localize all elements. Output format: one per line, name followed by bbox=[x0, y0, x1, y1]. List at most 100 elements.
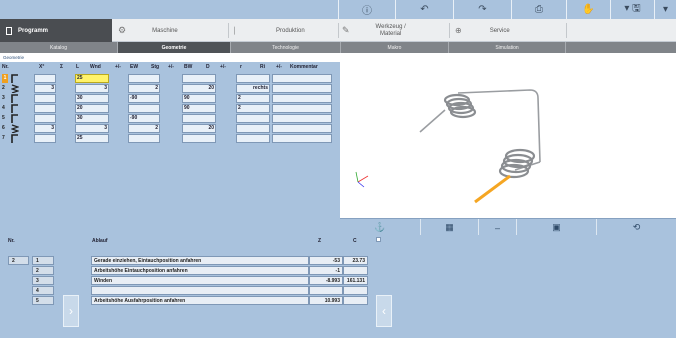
table-row[interactable]: 2 3 3 2 20 rechts bbox=[0, 83, 340, 94]
rotate-view-icon[interactable]: ⟲ bbox=[596, 219, 676, 236]
module-maschine[interactable]: ⚙ Maschine bbox=[118, 19, 223, 42]
input-field[interactable] bbox=[34, 114, 56, 123]
module-produktion[interactable]: ⎸ Produktion bbox=[234, 19, 334, 42]
next-step-button[interactable]: › bbox=[63, 295, 79, 327]
input-field[interactable] bbox=[236, 124, 270, 133]
table-header: Nr. X° Σ L Wnd +/- EW Stg +/- BW D +/- r… bbox=[0, 62, 340, 72]
input-field[interactable] bbox=[272, 124, 332, 133]
sequence-ablauf: Arbeitshöhe Eintauchposition anfahren bbox=[91, 266, 309, 275]
save-icon[interactable]: ▾ 🖫 bbox=[610, 0, 654, 19]
input-field[interactable] bbox=[128, 134, 160, 143]
row-number: 6 bbox=[2, 125, 5, 131]
input-field[interactable] bbox=[236, 114, 270, 123]
module-werkzeug[interactable]: ✎ Werkzeug / Material bbox=[342, 19, 447, 42]
checkbox[interactable] bbox=[376, 237, 381, 242]
input-field[interactable] bbox=[34, 104, 56, 113]
tab-geometrie[interactable]: Geometrie bbox=[118, 42, 231, 53]
spring-wire bbox=[419, 89, 541, 171]
col-header-stg: Stg bbox=[151, 64, 160, 70]
spring-upper-coil bbox=[443, 93, 477, 119]
tab-technologie[interactable]: Technologie bbox=[231, 42, 341, 53]
sequence-ablauf bbox=[91, 286, 309, 295]
module-service[interactable]: ⊕ Service bbox=[455, 19, 565, 42]
input-field[interactable] bbox=[34, 74, 56, 83]
input-field[interactable] bbox=[272, 84, 332, 93]
module-werkzeug-label: Werkzeug / Material bbox=[375, 23, 406, 37]
tab-katalog[interactable]: Katalog bbox=[0, 42, 118, 53]
input-field[interactable] bbox=[182, 74, 216, 83]
redo-icon[interactable]: ↷ bbox=[453, 0, 511, 19]
machine-view-icon[interactable]: ▦ bbox=[420, 219, 478, 236]
sequence-c: 23.73 bbox=[343, 256, 368, 265]
sequence-z: -1 bbox=[309, 266, 343, 275]
minus-icon[interactable]: – bbox=[478, 219, 516, 236]
prev-step-button[interactable]: ‹ bbox=[376, 295, 392, 327]
info-icon[interactable]: ⓘ bbox=[338, 0, 395, 19]
camera-icon[interactable]: ▣ bbox=[516, 219, 596, 236]
production-icon: ⎸ bbox=[234, 25, 242, 35]
input-field[interactable] bbox=[128, 104, 160, 113]
section-label: Geometrie bbox=[3, 55, 25, 60]
sequence-ablauf: Arbeitshöhe Ausfahrposition anfahren bbox=[91, 296, 309, 305]
col-header-sum: Σ bbox=[60, 64, 64, 70]
input-field[interactable] bbox=[272, 74, 332, 83]
input-field[interactable] bbox=[128, 74, 160, 83]
sequence-index: 3 bbox=[32, 276, 54, 285]
table-row[interactable]: 5 30 -90 bbox=[0, 113, 340, 123]
row-number: 2 bbox=[2, 85, 5, 91]
input-field[interactable] bbox=[272, 114, 332, 123]
col-header-kommentar: Kommentar bbox=[290, 64, 318, 70]
cell-r: 2 bbox=[238, 105, 241, 111]
cell-d: 20 bbox=[208, 125, 214, 131]
input-field[interactable] bbox=[236, 74, 270, 83]
tab-simulation[interactable]: Simulation bbox=[449, 42, 566, 53]
sequence-ablauf: Gerade einziehen, Eintauchposition anfah… bbox=[91, 256, 309, 265]
sequence-group-nr: 2 bbox=[8, 256, 29, 265]
spring-3d-view[interactable] bbox=[340, 62, 676, 218]
tab-makro[interactable]: Makro bbox=[341, 42, 449, 53]
tab-bar: Katalog Geometrie Technologie Makro Simu… bbox=[0, 42, 676, 53]
cell-stg: 2 bbox=[155, 85, 158, 91]
col-header-ew: EW bbox=[130, 64, 139, 70]
module-programm[interactable]: Programm bbox=[0, 19, 112, 42]
input-field[interactable] bbox=[272, 104, 332, 113]
hand-icon[interactable]: ✋ bbox=[566, 0, 610, 19]
input-field[interactable] bbox=[272, 134, 332, 143]
input-field[interactable] bbox=[182, 134, 216, 143]
cell-ri: rechts bbox=[252, 85, 268, 91]
input-field[interactable] bbox=[182, 114, 216, 123]
table-row[interactable]: 4 20 90 2 bbox=[0, 103, 340, 113]
input-field[interactable] bbox=[236, 134, 270, 143]
axis-view-icon[interactable]: ⚓ bbox=[340, 219, 420, 236]
row-number: 7 bbox=[2, 135, 5, 141]
line-icon bbox=[11, 94, 19, 103]
cell-bw: 90 bbox=[184, 105, 190, 111]
spring-lower-coil bbox=[498, 148, 536, 179]
separator bbox=[449, 23, 450, 38]
sequence-z: 10.993 bbox=[309, 296, 343, 305]
line-icon bbox=[11, 74, 19, 83]
col-header-x: X° bbox=[39, 64, 45, 70]
gears-icon: ⚙ bbox=[118, 25, 127, 35]
quick-toolbar: ⓘ ↶ ↷ ⎙ ✋ ▾ 🖫 ▾ bbox=[0, 0, 676, 19]
table-row[interactable]: 1 25 bbox=[0, 73, 340, 83]
seq-header-z: Z bbox=[318, 238, 322, 244]
input-field[interactable] bbox=[272, 94, 332, 103]
geometry-table: Nr. X° Σ L Wnd +/- EW Stg +/- BW D +/- r… bbox=[0, 62, 340, 235]
sequence-z: -53 bbox=[309, 256, 343, 265]
sequence-c bbox=[343, 296, 368, 305]
dropdown-icon[interactable]: ▾ bbox=[654, 0, 676, 19]
sequence-index: 4 bbox=[32, 286, 54, 295]
input-field[interactable] bbox=[34, 134, 56, 143]
row-number: 4 bbox=[2, 105, 5, 111]
print-icon[interactable]: ⎙ bbox=[511, 0, 566, 19]
cell-r: 2 bbox=[238, 95, 241, 101]
col-header-d: D bbox=[206, 64, 210, 70]
undo-icon[interactable]: ↶ bbox=[395, 0, 453, 19]
col-header-pm3: +/- bbox=[220, 64, 226, 70]
table-row[interactable]: 3 30 -90 90 2 bbox=[0, 93, 340, 103]
sequence-index: 2 bbox=[32, 266, 54, 275]
table-row[interactable]: 7 25 bbox=[0, 133, 340, 143]
input-field[interactable] bbox=[34, 94, 56, 103]
table-row[interactable]: 6 3 3 2 20 bbox=[0, 123, 340, 134]
